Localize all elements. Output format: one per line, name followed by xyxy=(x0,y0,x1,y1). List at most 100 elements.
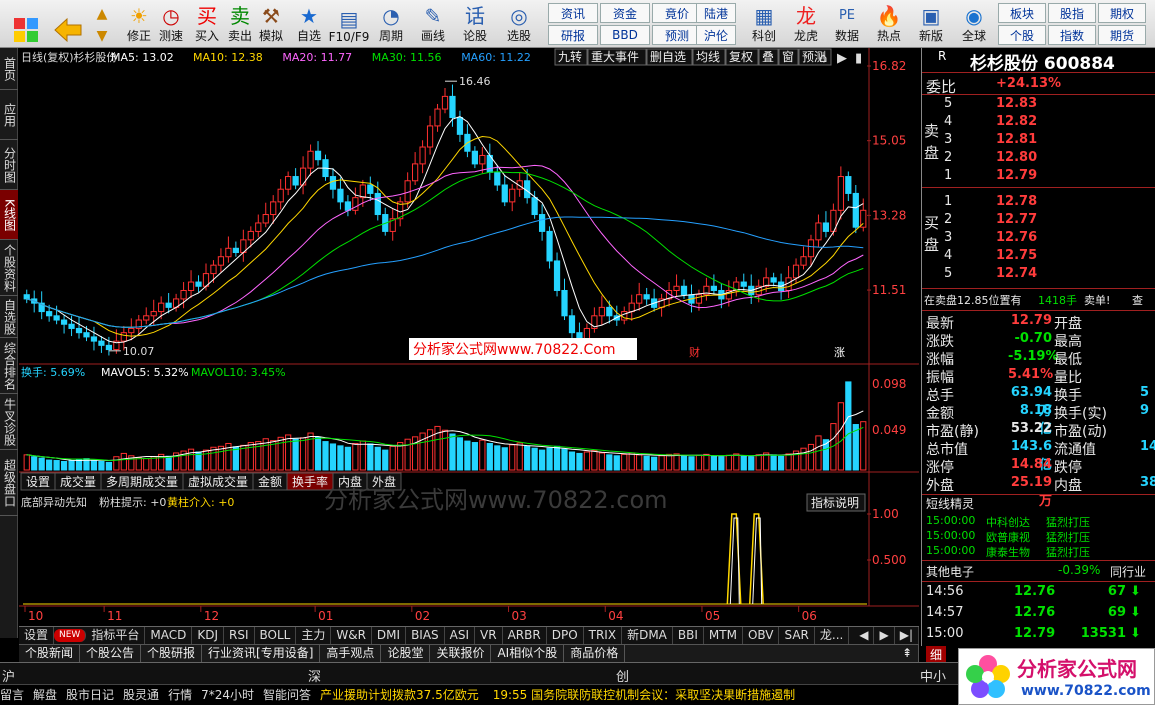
toolbar-button2-2[interactable]: PE 数据 xyxy=(828,2,866,46)
indicator-tab-18[interactable]: MTM xyxy=(704,627,743,644)
info-tab-2[interactable]: 竟价 xyxy=(652,3,702,23)
left-tab-5[interactable]: 自选股 xyxy=(0,296,18,338)
indicator-tab-15[interactable]: TRIX xyxy=(584,627,623,644)
market-tab-2[interactable]: 期权 xyxy=(1098,3,1146,23)
news-tab-6[interactable]: 关联报价 xyxy=(430,645,492,662)
status-item-5[interactable]: 7*24小时 xyxy=(201,688,254,702)
toolbar-button2-0[interactable]: ▦ 科创 xyxy=(745,2,783,46)
info-tab-5[interactable]: 预测 xyxy=(652,25,702,45)
market-bar-2[interactable]: 创 xyxy=(616,666,629,685)
info-tab-0[interactable]: 资讯 xyxy=(548,3,598,23)
indicator-tab-17[interactable]: BBI xyxy=(673,627,704,644)
limit-up-marker[interactable]: 涨 xyxy=(834,346,845,359)
indicator-tab-12[interactable]: VR xyxy=(475,627,503,644)
kline-chart-svg[interactable]: 日线(复权) 杉杉股份MA5: 13.02 MA10: 12.38 MA20: 11.… xyxy=(19,48,919,626)
indicator-tab-20[interactable]: SAR xyxy=(779,627,815,644)
status-item-3[interactable]: 股灵通 xyxy=(123,688,159,702)
left-tab-6[interactable]: 综合排名 xyxy=(0,338,18,394)
toolbar-button-9[interactable]: 话论股 xyxy=(456,2,494,46)
toolbar-button-6[interactable]: ▤ F10/F9 xyxy=(329,2,370,46)
status-item-1[interactable]: 解盘 xyxy=(33,688,57,702)
indicator-tab-21[interactable]: 龙... xyxy=(815,627,850,644)
left-tab-2[interactable]: 分时图 xyxy=(0,140,18,190)
scroll-right-icon[interactable]: ▶ xyxy=(874,627,895,644)
sector-name[interactable]: 其他电子 xyxy=(926,563,974,580)
market-tab-4[interactable]: 指数 xyxy=(1048,25,1096,45)
finance-marker[interactable]: 财 xyxy=(689,345,700,359)
toolbar-button-4[interactable]: ⚒ 模拟 xyxy=(252,2,290,46)
indicator-tab-7[interactable]: 主力 xyxy=(296,627,332,644)
info-tab-4[interactable]: BBD xyxy=(600,25,650,45)
market-bar-1[interactable]: 深 xyxy=(308,666,321,685)
toolbar-button-1[interactable]: ◷ 测速 xyxy=(152,2,190,46)
market-tab-5[interactable]: 期货 xyxy=(1098,25,1146,45)
toolbar-button2-1[interactable]: 龙龙虎 xyxy=(787,2,825,46)
market-tab-0[interactable]: 板块 xyxy=(998,3,1046,23)
info-tab-3[interactable]: 研报 xyxy=(548,25,598,45)
short-name[interactable]: 中科创达 xyxy=(986,514,1030,530)
expand-up-icon[interactable]: ⇞ xyxy=(896,645,919,662)
news-tab-4[interactable]: 高手观点 xyxy=(320,645,382,662)
indicator-tab-13[interactable]: ARBR xyxy=(503,627,547,644)
news-tab-3[interactable]: 行业资讯[专用设备] xyxy=(202,645,321,662)
news-tab-1[interactable]: 个股公告 xyxy=(80,645,142,662)
sector-tab[interactable]: 同行业 xyxy=(1110,563,1146,580)
indicator-tab-16[interactable]: 新DMA xyxy=(622,627,673,644)
toolbar-button-5[interactable]: ★ 自选 xyxy=(290,2,328,46)
left-tab-8[interactable]: 超级盘口 xyxy=(0,450,18,516)
indicator-tab-9[interactable]: DMI xyxy=(372,627,407,644)
toolbar-button-8[interactable]: ✎ 画线 xyxy=(414,2,452,46)
news-tab-7[interactable]: AI相似个股 xyxy=(491,645,565,662)
status-item-4[interactable]: 行情 xyxy=(168,688,192,702)
more-icon[interactable]: ▮ xyxy=(855,51,862,66)
indicator-tab-5[interactable]: RSI xyxy=(224,627,255,644)
up-button[interactable]: ▲ xyxy=(90,2,114,24)
market-tab-3[interactable]: 个股 xyxy=(998,25,1046,45)
toolbar-button2-5[interactable]: ◉ 全球 xyxy=(955,2,993,46)
short-name[interactable]: 康泰生物 xyxy=(986,544,1030,560)
left-tab-1[interactable]: 应用 xyxy=(0,90,18,140)
indicator-tab-4[interactable]: KDJ xyxy=(192,627,224,644)
toolbar-button-7[interactable]: ◔ 周期 xyxy=(372,2,410,46)
back-button[interactable] xyxy=(52,2,84,46)
news-tab-5[interactable]: 论股堂 xyxy=(381,645,431,662)
left-tab-4[interactable]: 个股资料 xyxy=(0,240,18,296)
indicator-tab-10[interactable]: BIAS xyxy=(406,627,445,644)
left-tab-7[interactable]: 牛叉诊股 xyxy=(0,394,18,450)
left-tab-0[interactable]: 首页 xyxy=(0,48,18,90)
kline-chart-area[interactable]: 日线(复权) 杉杉股份 MA5: 13.02 MA10: 12.38 MA20: 11.… xyxy=(19,48,919,626)
scroll-end-icon[interactable]: ▶| xyxy=(895,627,919,644)
down-button[interactable]: ▼ xyxy=(90,24,114,46)
indicator-tab-19[interactable]: OBV xyxy=(743,627,780,644)
lock-icon[interactable]: ⌂ xyxy=(819,51,827,66)
market-bar-0[interactable]: 沪 xyxy=(2,666,15,685)
hk-tab-1[interactable]: 沪伦 xyxy=(696,25,736,45)
market-tab-1[interactable]: 股指 xyxy=(1048,3,1096,23)
market-bar-3[interactable]: 中小 xyxy=(920,666,946,685)
hk-tab-0[interactable]: 陆港 xyxy=(696,3,736,23)
next-arrow-icon[interactable]: ▶ xyxy=(837,51,847,66)
indicator-tab-8[interactable]: W&R xyxy=(331,627,372,644)
indicator-tab-14[interactable]: DPO xyxy=(547,627,584,644)
status-news-2[interactable]: 19:55 国务院联防联控机制会议：采取坚决果断措施遏制 xyxy=(493,688,795,702)
pending-link[interactable]: 查 xyxy=(1132,292,1143,308)
indicator-tab-1[interactable]: NEW xyxy=(54,629,87,642)
status-item-2[interactable]: 股市日记 xyxy=(66,688,114,702)
indicator-tab-2[interactable]: 指标平台 xyxy=(86,627,146,644)
indicator-tab-6[interactable]: BOLL xyxy=(255,627,297,644)
short-name[interactable]: 欧普康视 xyxy=(986,529,1030,545)
toolbar-button-10[interactable]: ◎ 选股 xyxy=(500,2,538,46)
toolbar-button2-3[interactable]: 🔥 热点 xyxy=(870,2,908,46)
indicator-tab-11[interactable]: ASI xyxy=(445,627,476,644)
left-tab-3[interactable]: K线图 xyxy=(0,190,18,240)
menu-grid-button[interactable] xyxy=(10,2,42,46)
detail-tab[interactable]: 细 xyxy=(926,646,947,663)
status-news-1[interactable]: 产业援助计划拨款37.5亿欧元 xyxy=(320,688,479,702)
news-tab-0[interactable]: 个股新闻 xyxy=(19,645,81,662)
info-tab-1[interactable]: 资金 xyxy=(600,3,650,23)
news-tab-2[interactable]: 个股研报 xyxy=(141,645,203,662)
status-item-0[interactable]: 留言 xyxy=(0,688,24,702)
toolbar-button2-4[interactable]: ▣ 新版 xyxy=(912,2,950,46)
indicator-tab-0[interactable]: 设置 xyxy=(19,627,55,644)
indicator-tab-3[interactable]: MACD xyxy=(145,627,193,644)
